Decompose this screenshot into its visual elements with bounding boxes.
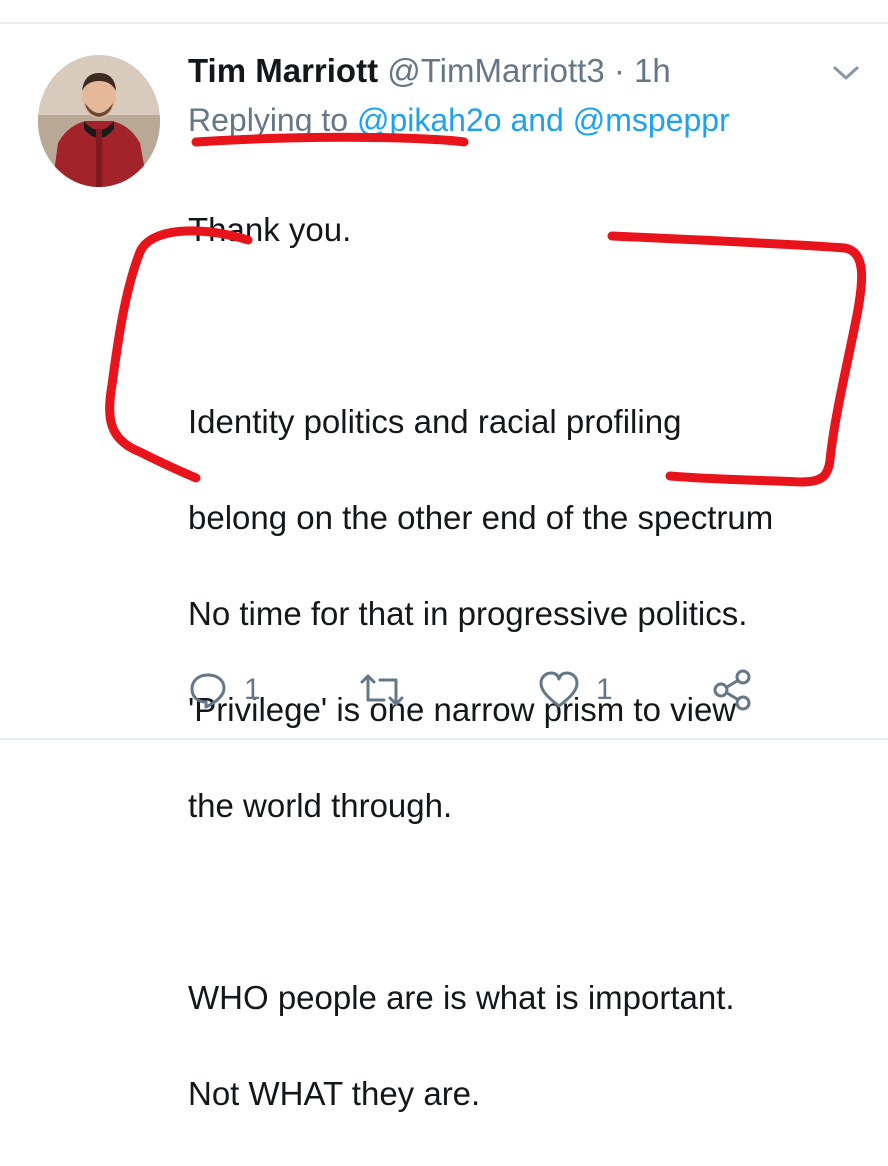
avatar-photo (38, 55, 160, 187)
tweet-line: Thank you. (188, 211, 352, 248)
reply-and: and (510, 102, 564, 138)
author-handle[interactable]: @TimMarriott3 (387, 52, 604, 89)
tweet-line (188, 302, 878, 350)
tweet-line: Identity politics and racial profiling (188, 403, 682, 440)
replying-label: Replying to (188, 102, 349, 138)
tweet-line: the world through. (188, 787, 453, 824)
author-name[interactable]: Tim Marriott (188, 52, 378, 89)
retweet-icon (360, 674, 404, 706)
reply-mention-pikah2o[interactable]: @pikah2o (357, 102, 502, 138)
reply-count: 1 (244, 673, 261, 706)
reply-icon (190, 673, 226, 709)
like-count: 1 (596, 673, 613, 706)
share-icon (713, 669, 751, 711)
avatar[interactable] (38, 55, 160, 187)
timestamp[interactable]: 1h (634, 52, 671, 89)
reply-button[interactable]: 1 (188, 660, 261, 720)
heart-icon (539, 671, 579, 708)
reply-mention-mspeppr[interactable]: @mspeppr (573, 102, 730, 138)
share-button[interactable] (712, 660, 754, 720)
tweet-header: Tim Marriott @TimMarriott3 · 1h (188, 52, 671, 90)
like-button[interactable]: 1 (538, 660, 613, 720)
tweet-line: WHO people are is what is important. (188, 979, 735, 1016)
tweet-actions: 1 1 (0, 660, 888, 720)
bottom-divider (0, 738, 888, 740)
tweet-line: belong on the other end of the spectrum (188, 499, 774, 536)
tweet-line: Not WHAT they are. (188, 1075, 481, 1112)
top-divider (0, 22, 888, 24)
tweet-line: No time for that in progressive politics… (188, 595, 748, 632)
chevron-down-icon[interactable] (830, 62, 862, 84)
header-separator: · (613, 52, 625, 89)
retweet-button[interactable] (356, 660, 408, 720)
tweet-line (188, 878, 878, 926)
replying-to: Replying to @pikah2o and @mspeppr (188, 102, 730, 139)
